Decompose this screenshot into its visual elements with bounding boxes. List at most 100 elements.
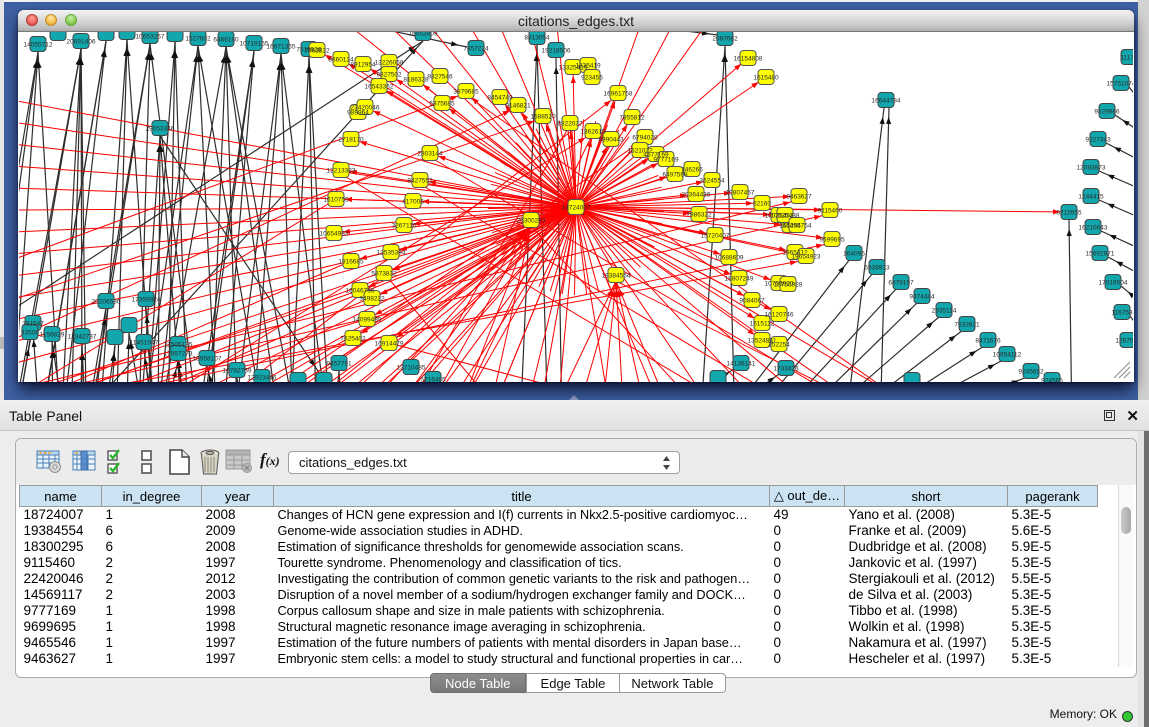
svg-text:6794028: 6794028 [632,135,658,142]
svg-text:13535394: 13535394 [377,250,406,257]
svg-text:29053346: 29053346 [146,126,175,133]
svg-text:923456: 923456 [581,75,603,82]
svg-text:9115460: 9115460 [818,208,843,215]
svg-text:16053809: 16053809 [409,32,438,38]
svg-text:16644784: 16644784 [872,98,901,105]
svg-text:19218506: 19218506 [542,48,571,55]
svg-text:3624554: 3624554 [699,178,725,185]
svg-text:20364436: 20364436 [682,192,711,199]
svg-text:12213383: 12213383 [327,168,356,175]
svg-text:8990443: 8990443 [598,137,624,144]
svg-text:6466160: 6466160 [213,37,239,44]
svg-text:14099489: 14099489 [353,317,382,324]
svg-text:12093873: 12093873 [1077,165,1106,172]
svg-text:16543362: 16543362 [365,84,394,91]
svg-text:33506: 33506 [21,330,39,337]
svg-text:20206536: 20206536 [92,299,121,306]
svg-text:7625402: 7625402 [340,336,366,343]
svg-text:2935114: 2935114 [932,308,957,315]
svg-text:10688609: 10688609 [715,255,744,262]
svg-text:8454749: 8454749 [487,95,513,102]
svg-text:3267110: 3267110 [392,223,417,230]
svg-text:17359924: 17359924 [132,297,161,304]
svg-text:9777169: 9777169 [653,157,679,164]
svg-text:10654112: 10654112 [993,352,1022,359]
svg-text:10654983: 10654983 [320,231,349,238]
svg-text:23420046: 23420046 [351,105,380,112]
svg-text:116753: 116753 [1111,310,1133,317]
svg-text:1588520: 1588520 [530,114,556,121]
svg-text:15692971: 15692971 [1086,251,1115,258]
svg-text:7986322: 7986322 [686,212,712,219]
svg-text:25300293: 25300293 [517,218,546,225]
svg-text:10025438: 10025438 [771,213,800,220]
svg-text:12342737: 12342737 [68,334,97,341]
svg-text:5938923: 5938923 [864,265,890,272]
svg-text:9227343: 9227343 [1085,137,1111,144]
svg-text:10958107: 10958107 [193,356,222,363]
svg-text:8813054: 8813054 [524,35,550,42]
svg-text:14136141: 14136141 [727,361,756,368]
svg-text:8215955: 8215955 [1056,210,1082,217]
svg-text:9245652: 9245652 [1018,369,1044,376]
svg-text:7857224: 7857224 [463,46,489,53]
svg-text:9457791: 9457791 [326,361,352,368]
svg-text:19384554: 19384554 [602,273,631,280]
svg-text:164095: 164095 [843,251,865,258]
svg-text:9474444: 9474444 [909,294,935,301]
svg-text:7632621: 7632621 [954,322,980,329]
svg-text:2087682: 2087682 [712,36,738,43]
svg-text:8471676: 8471676 [975,338,1001,345]
svg-text:1733426: 1733426 [773,366,799,373]
svg-text:3879685: 3879685 [453,89,479,96]
svg-text:16961758: 16961758 [604,91,633,98]
svg-text:417006: 417006 [402,199,424,206]
svg-text:12923446: 12923446 [248,375,277,382]
svg-text:62160: 62160 [753,201,771,208]
svg-text:16914479: 16914479 [375,341,404,348]
svg-text:20691406: 20691406 [67,39,96,46]
svg-text:15495754: 15495754 [783,223,812,230]
svg-text:16154808: 16154808 [734,56,763,63]
svg-text:10719155: 10719155 [240,41,269,48]
svg-text:1267533: 1267533 [1115,338,1133,345]
svg-text:15751074: 15751074 [1107,81,1133,88]
svg-text:12505135: 12505135 [164,342,193,349]
svg-text:16120746: 16120746 [765,312,794,319]
svg-text:6879197: 6879197 [888,280,914,287]
svg-text:391547: 391547 [22,321,44,328]
svg-text:9146821: 9146821 [505,103,531,110]
svg-text:17016504: 17016504 [1099,280,1128,287]
svg-text:8186328: 8186328 [403,77,429,84]
svg-text:9327546: 9327546 [427,74,453,81]
svg-text:18724007: 18724007 [562,205,591,212]
svg-text:11451947: 11451947 [130,340,159,347]
svg-text:9327502: 9327502 [376,72,402,79]
svg-text:5873832: 5873832 [371,271,397,278]
svg-text:8322037: 8322037 [557,121,583,128]
svg-text:8912954: 8912954 [350,62,376,69]
svg-text:16210643: 16210643 [1079,225,1108,232]
svg-text:9463627: 9463627 [786,194,812,201]
svg-text:10807467: 10807467 [726,190,755,197]
svg-text:13710485: 13710485 [397,365,426,372]
svg-text:6497568: 6497568 [662,172,688,179]
svg-text:14055712: 14055712 [24,42,53,49]
svg-text:16782759: 16782759 [223,368,252,375]
svg-text:1615112: 1615112 [750,321,775,328]
svg-text:1916685: 1916685 [338,259,364,266]
svg-text:9084067: 9084067 [739,298,765,305]
svg-text:2803144: 2803144 [417,151,443,158]
svg-text:18807249: 18807249 [725,276,754,283]
svg-text:1615480: 1615480 [753,75,779,82]
svg-text:1610755: 1610755 [323,197,349,204]
svg-text:5875685: 5875685 [429,101,455,108]
svg-text:13226058: 13226058 [375,60,404,67]
svg-text:10756928: 10756928 [774,282,803,289]
svg-text:15720407: 15720407 [701,233,730,240]
svg-text:5716485: 5716485 [420,377,446,383]
svg-text:17957273: 17957273 [164,351,193,358]
svg-text:7663822: 7663822 [304,48,330,55]
svg-text:1362615: 1362615 [580,129,606,136]
svg-text:1527602: 1527602 [185,36,211,43]
